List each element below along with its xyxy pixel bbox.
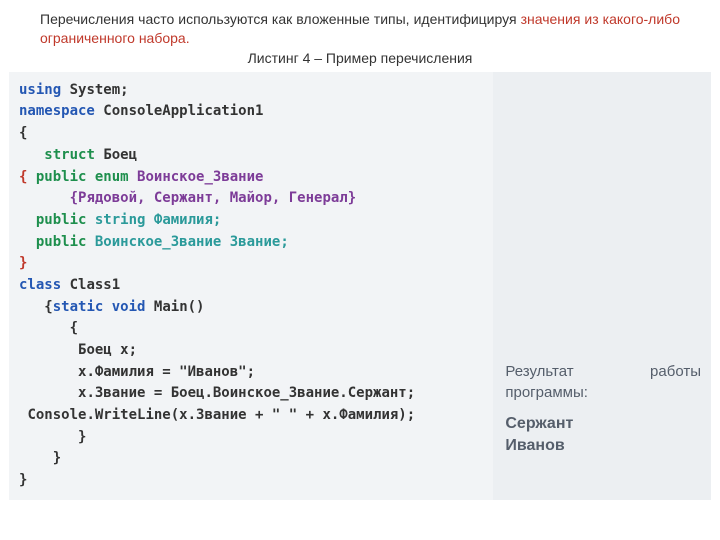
brace-close-3: } bbox=[53, 450, 61, 466]
brace-open-2: { bbox=[19, 169, 36, 185]
enum-open: { bbox=[70, 190, 78, 206]
enum-name: Воинское_Звание bbox=[137, 169, 263, 185]
kw-namespace: namespace bbox=[19, 103, 95, 119]
kw-enum: enum bbox=[95, 169, 129, 185]
output-label-a: Результат bbox=[505, 361, 573, 382]
kw-string: string bbox=[95, 212, 146, 228]
code-block: using System; namespace ConsoleApplicati… bbox=[19, 80, 485, 492]
class-name: Class1 bbox=[70, 277, 121, 293]
struct-name: Боец bbox=[103, 147, 137, 163]
field-familia: Фамилия; bbox=[154, 212, 221, 228]
body-line-3: х.Звание = Боец.Воинское_Звание.Сержант; bbox=[78, 385, 415, 401]
body-line-4: Console.WriteLine(x.Звание + " " + x.Фам… bbox=[27, 407, 415, 423]
brace-close-4: } bbox=[78, 429, 86, 445]
listing-panel: using System; namespace ConsoleApplicati… bbox=[9, 72, 711, 500]
kw-using: using bbox=[19, 82, 61, 98]
ns-name: ConsoleApplication1 bbox=[103, 103, 263, 119]
output-label-c: программы: bbox=[505, 382, 701, 403]
using-ns: System; bbox=[70, 82, 129, 98]
kw-class: class bbox=[19, 277, 61, 293]
main-sig: Main() bbox=[154, 299, 205, 315]
output-label-b: работы bbox=[650, 361, 701, 382]
brace-open-1: { bbox=[19, 125, 27, 141]
brace-open-4: { bbox=[70, 320, 78, 336]
body-line-2: х.Фамилия = "Иванов"; bbox=[78, 364, 255, 380]
kw-struct: struct bbox=[44, 147, 95, 163]
body-line-1: Боец х; bbox=[78, 342, 137, 358]
brace-close-1: } bbox=[19, 472, 27, 488]
kw-public-1: public bbox=[36, 169, 87, 185]
enum-close: } bbox=[348, 190, 356, 206]
field-zvanie: Звание; bbox=[230, 234, 289, 250]
code-column: using System; namespace ConsoleApplicati… bbox=[9, 72, 493, 500]
intro-text-plain: Перечисления часто используются как влож… bbox=[40, 11, 521, 27]
output-column: Результат работы программы: Сержант Иван… bbox=[493, 72, 711, 500]
enum-members: Рядовой, Сержант, Майор, Генерал bbox=[78, 190, 348, 206]
intro-paragraph: Перечисления часто используются как влож… bbox=[0, 0, 720, 48]
brace-open-3: { bbox=[44, 299, 52, 315]
kw-static: static bbox=[53, 299, 104, 315]
output-result: Сержант Иванов bbox=[505, 413, 701, 492]
listing-caption: Листинг 4 – Пример перечисления bbox=[0, 50, 720, 72]
field-type-2: Воинское_Звание bbox=[95, 234, 221, 250]
kw-public-3: public bbox=[36, 234, 87, 250]
output-label-row: Результат работы bbox=[505, 361, 701, 382]
kw-public-2: public bbox=[36, 212, 87, 228]
kw-void: void bbox=[112, 299, 146, 315]
brace-close-2: } bbox=[19, 255, 27, 271]
